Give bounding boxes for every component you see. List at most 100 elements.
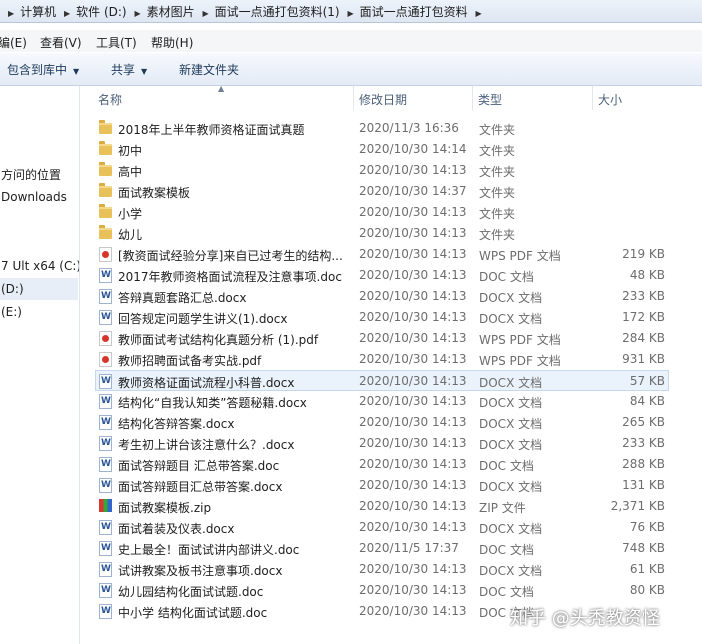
file-row[interactable]: 初中 2020/10/30 14:14 文件夹 [96, 139, 668, 160]
file-type: DOCX 文档 [479, 564, 543, 578]
chevron-right-icon[interactable]: ▶ [8, 9, 14, 18]
file-type: 文件夹 [479, 165, 516, 179]
doc-icon [99, 310, 112, 325]
file-row[interactable]: 教师面试考试结构化真题分析 (1).pdf 2020/10/30 14:13 WPS… [96, 328, 668, 349]
share-button[interactable]: 共享 ▼ [111, 61, 147, 78]
file-size: 84 KB [629, 394, 665, 408]
nav-item-drive-e[interactable]: (E:) [0, 305, 22, 319]
file-row[interactable]: 结构化“自我认知类”答题秘籍.docx 2020/10/30 14:13 DOCX … [96, 391, 668, 412]
file-date: 2020/11/5 17:37 [359, 541, 459, 555]
file-size: 76 KB [629, 520, 665, 534]
file-name: 教师招聘面试备考实战.pdf [118, 354, 262, 368]
doc-icon [99, 541, 112, 556]
new-folder-button[interactable]: 新建文件夹 [179, 61, 239, 78]
file-row[interactable]: 面试教案模板 2020/10/30 14:37 文件夹 [96, 181, 668, 202]
file-type: DOCX 文档 [479, 291, 543, 305]
crumb-computer[interactable]: 计算机 [20, 3, 56, 20]
file-row[interactable]: 教师资格证面试流程小科普.docx 2020/10/30 14:13 DOCX 文档… [95, 370, 669, 391]
navigation-pane: 方问的位置 Downloads 7 Ult x64 (C:) (D:) (E:) [0, 86, 80, 644]
file-row[interactable]: 试讲教案及板书注意事项.docx 2020/10/30 14:13 DOCX 文档 6… [96, 559, 668, 580]
file-date: 2020/10/30 14:14 [359, 142, 467, 156]
file-date: 2020/10/30 14:13 [359, 520, 467, 534]
watermark: 知乎 @头秃教资怪 [510, 608, 660, 629]
column-header-type[interactable]: 类型 [478, 91, 502, 108]
file-name: 2018年上半年教师资格证面试真题 [118, 123, 305, 137]
menu-view[interactable]: 查看(V) [40, 34, 82, 51]
file-row[interactable]: [教资面试经验分享]来自已过考生的结构... 2020/10/30 14:13 WP… [96, 244, 668, 265]
nav-item-drive-d[interactable]: (D:) [0, 278, 78, 300]
doc-icon [99, 457, 112, 472]
nav-item-recent-places[interactable]: 方问的位置 [0, 166, 61, 183]
chevron-right-icon[interactable]: ▶ [64, 9, 70, 18]
file-type: WPS PDF 文档 [479, 249, 561, 263]
file-date: 2020/10/30 14:13 [359, 394, 467, 408]
file-type: DOCX 文档 [479, 396, 543, 410]
chevron-right-icon[interactable]: ▶ [475, 9, 481, 18]
address-bar[interactable]: ▶ 计算机 ▶ 软件 (D:) ▶ 素材图片 ▶ 面试一点通打包资料(1) ▶ 面试一点通… [0, 0, 702, 23]
zip-icon [99, 499, 112, 512]
crumb-package[interactable]: 面试一点通打包资料 [360, 3, 468, 20]
file-size: 233 KB [622, 436, 665, 450]
file-row[interactable]: 面试答辩题目汇总带答案.docx 2020/10/30 14:13 DOCX 文档 1… [96, 475, 668, 496]
file-row[interactable]: 2017年教师资格面试流程及注意事项.doc 2020/10/30 14:13 DO… [96, 265, 668, 286]
file-type: 文件夹 [479, 228, 516, 242]
file-type: DOC 文档 [479, 543, 534, 557]
crumb-drive-d[interactable]: 软件 (D:) [76, 3, 126, 20]
nav-item-downloads[interactable]: Downloads [0, 190, 67, 204]
chevron-right-icon[interactable]: ▶ [347, 9, 353, 18]
column-header-name[interactable]: 名称 [98, 91, 122, 108]
file-name: 面试教案模板.zip [118, 501, 212, 515]
file-date: 2020/10/30 14:37 [359, 184, 467, 198]
column-header-date[interactable]: 修改日期 [359, 91, 407, 108]
file-type: WPS PDF 文档 [479, 333, 561, 347]
file-row[interactable]: 面试教案模板.zip 2020/10/30 14:13 ZIP 文件 2,371 KB [96, 496, 668, 517]
column-header-size[interactable]: 大小 [598, 91, 622, 108]
file-row[interactable]: 史上最全！面试试讲内部讲义.doc 2020/11/5 17:37 DOC 文档 74… [96, 538, 668, 559]
file-row[interactable]: 考生初上讲台该注意什么？.docx 2020/10/30 14:13 DOCX 文档… [96, 433, 668, 454]
breadcrumb: ▶ 计算机 ▶ 软件 (D:) ▶ 素材图片 ▶ 面试一点通打包资料(1) ▶ 面试一点通… [4, 3, 488, 20]
nav-item-label: (E:) [1, 305, 22, 319]
chevron-right-icon[interactable]: ▶ [134, 9, 140, 18]
column-divider[interactable] [592, 86, 593, 110]
file-size: 57 KB [629, 374, 665, 388]
file-row[interactable]: 幼儿 2020/10/30 14:13 文件夹 [96, 223, 668, 244]
file-row[interactable]: 小学 2020/10/30 14:13 文件夹 [96, 202, 668, 223]
file-size: 284 KB [622, 331, 665, 345]
column-divider[interactable] [353, 86, 354, 110]
file-row[interactable]: 回答规定问题学生讲义(1).docx 2020/10/30 14:13 DOCX 文… [96, 307, 668, 328]
folder-icon [99, 183, 112, 197]
file-row[interactable]: 2018年上半年教师资格证面试真题 2020/11/3 16:36 文件夹 [96, 118, 668, 139]
file-date: 2020/10/30 14:13 [359, 604, 467, 618]
include-in-library-label: 包含到库中 [7, 63, 68, 77]
nav-item-label: 方问的位置 [1, 168, 62, 182]
include-in-library-button[interactable]: 包含到库中 ▼ [7, 61, 79, 78]
crumb-images[interactable]: 素材图片 [147, 3, 195, 20]
menu-help[interactable]: 帮助(H) [151, 34, 193, 51]
file-row[interactable]: 面试着装及仪表.docx 2020/10/30 14:13 DOCX 文档 76 KB [96, 517, 668, 538]
chevron-right-icon[interactable]: ▶ [202, 9, 208, 18]
nav-item-drive-c[interactable]: 7 Ult x64 (C:) [0, 259, 79, 273]
file-name: 史上最全！面试试讲内部讲义.doc [118, 543, 300, 557]
file-type: 文件夹 [479, 123, 516, 137]
file-type: DOCX 文档 [479, 438, 543, 452]
file-row[interactable]: 面试答辩题目 汇总带答案.doc 2020/10/30 14:13 DOC 文档 28… [96, 454, 668, 475]
file-date: 2020/10/30 14:13 [359, 310, 467, 324]
nav-item-label: (D:) [1, 282, 24, 296]
file-row[interactable]: 教师招聘面试备考实战.pdf 2020/10/30 14:13 WPS PDF 文档… [96, 349, 668, 370]
pdf-icon [99, 331, 112, 346]
file-row[interactable]: 幼儿园结构化面试试题.doc 2020/10/30 14:13 DOC 文档 80 K… [96, 580, 668, 601]
menu-edit[interactable]: 编(E) [0, 34, 27, 51]
crumb-package-1[interactable]: 面试一点通打包资料(1) [215, 3, 340, 20]
folder-icon [99, 162, 112, 176]
column-headers: ▲ 名称 修改日期 类型 大小 [80, 84, 702, 110]
file-type: DOCX 文档 [479, 417, 543, 431]
file-row[interactable]: 结构化答辩答案.docx 2020/10/30 14:13 DOCX 文档 265 K… [96, 412, 668, 433]
file-row[interactable]: 高中 2020/10/30 14:13 文件夹 [96, 160, 668, 181]
doc-icon [99, 374, 112, 389]
menu-tools[interactable]: 工具(T) [96, 34, 137, 51]
new-folder-label: 新建文件夹 [179, 63, 240, 77]
file-row[interactable]: 答辩真题套路汇总.docx 2020/10/30 14:13 DOCX 文档 233 … [96, 286, 668, 307]
file-type: WPS PDF 文档 [479, 354, 561, 368]
column-divider[interactable] [472, 86, 473, 110]
file-name: 初中 [118, 144, 143, 158]
